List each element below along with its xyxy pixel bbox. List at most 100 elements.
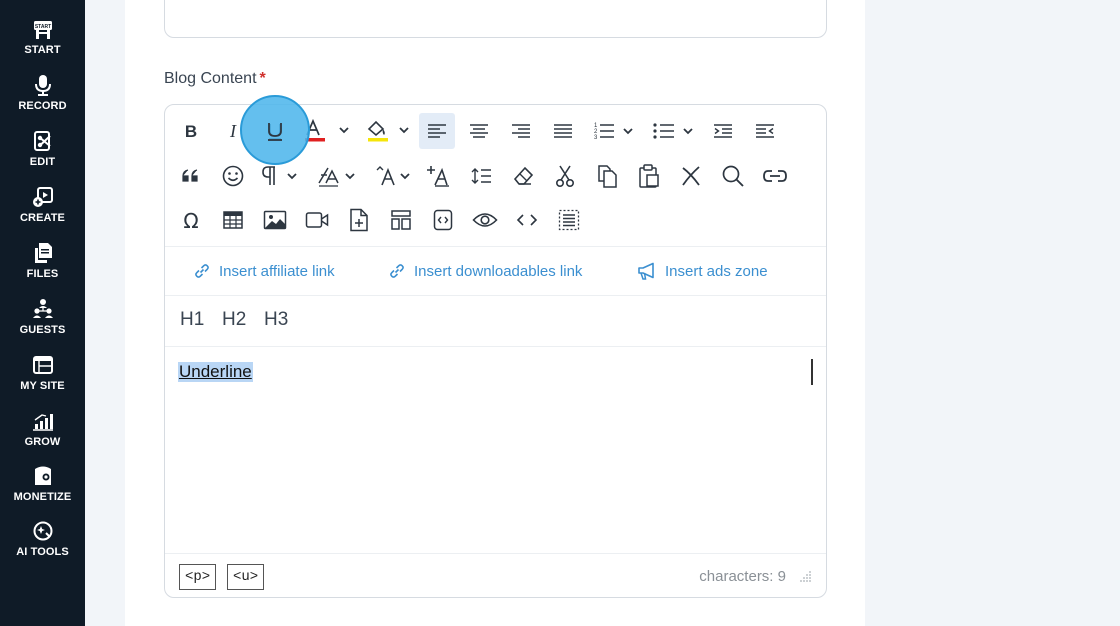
- sidebar-item-start[interactable]: START START: [0, 18, 85, 68]
- template-icon: [391, 210, 411, 230]
- sidebar: START START RECORD EDIT CREATE FILES GUE…: [0, 0, 85, 626]
- special-character-button[interactable]: Ω: [175, 204, 207, 236]
- code-sample-icon: [433, 209, 453, 231]
- sidebar-item-label: MY SITE: [20, 380, 65, 392]
- omega-icon: Ω: [183, 209, 198, 231]
- align-left-icon: [428, 124, 446, 138]
- svg-text:B: B: [185, 122, 197, 141]
- table-icon: [223, 211, 243, 229]
- link-button[interactable]: [759, 160, 791, 192]
- rich-text-editor: B I 1 2 3 Ω Insert affiliate link Insert…: [164, 104, 827, 598]
- svg-text:I: I: [229, 121, 237, 141]
- clear-formatting-style-button[interactable]: [423, 160, 455, 192]
- sidebar-item-record[interactable]: RECORD: [0, 74, 85, 124]
- search-icon: [722, 165, 744, 187]
- template-button[interactable]: [385, 204, 417, 236]
- sidebar-item-label: FILES: [26, 268, 59, 280]
- paste-button[interactable]: [633, 160, 665, 192]
- insert-affiliate-link-button[interactable]: Insert affiliate link: [193, 260, 335, 282]
- sidebar-item-my-site[interactable]: MY SITE: [0, 354, 85, 404]
- previous-text-field[interactable]: [164, 0, 827, 38]
- blockquote-icon: [182, 169, 198, 182]
- sidebar-item-label: MONETIZE: [13, 491, 72, 503]
- line-spacing-button[interactable]: [465, 160, 497, 192]
- outdent-icon: [756, 124, 774, 138]
- text-cursor: [811, 359, 813, 385]
- files-icon: [34, 243, 52, 263]
- insert-file-button[interactable]: [343, 204, 375, 236]
- link-icon: [195, 264, 209, 278]
- underline-button[interactable]: [259, 115, 291, 147]
- sidebar-item-label: GUESTS: [19, 324, 66, 336]
- cut-button[interactable]: [549, 160, 581, 192]
- search-button[interactable]: [717, 160, 749, 192]
- paste-icon: [639, 164, 659, 188]
- italic-button[interactable]: I: [217, 115, 249, 147]
- video-button[interactable]: [301, 204, 333, 236]
- svg-text:3: 3: [594, 135, 598, 141]
- source-code-button[interactable]: [511, 204, 543, 236]
- insert-ads-zone-label: Insert ads zone: [665, 262, 768, 280]
- select-all-button[interactable]: [553, 204, 585, 236]
- sidebar-item-guests[interactable]: GUESTS: [0, 298, 85, 348]
- insert-ads-zone-button[interactable]: Insert ads zone: [637, 260, 768, 282]
- align-left-button[interactable]: [419, 113, 455, 149]
- sidebar-item-edit[interactable]: EDIT: [0, 130, 85, 180]
- emoticons-icon: [222, 165, 244, 187]
- format-style-icon: [427, 166, 449, 187]
- numbered-list-button[interactable]: 1 2 3: [591, 115, 637, 147]
- insert-downloadables-link-button[interactable]: Insert downloadables link: [388, 260, 582, 282]
- remove-format-button[interactable]: [675, 160, 707, 192]
- required-marker: *: [259, 70, 266, 87]
- sidebar-item-ai-tools[interactable]: AI TOOLS: [0, 520, 85, 570]
- table-button[interactable]: [217, 204, 249, 236]
- sidebar-item-files[interactable]: FILES: [0, 242, 85, 292]
- line-height-button[interactable]: [315, 160, 361, 192]
- code-sample-button[interactable]: [427, 204, 459, 236]
- sidebar-item-monetize[interactable]: MONETIZE: [0, 465, 85, 515]
- svg-text:Ω: Ω: [183, 209, 198, 231]
- sidebar-item-create[interactable]: CREATE: [0, 186, 85, 236]
- sidebar-item-grow[interactable]: GROW: [0, 410, 85, 460]
- justify-button[interactable]: [547, 115, 579, 147]
- preview-button[interactable]: [469, 204, 501, 236]
- insert-affiliate-link-label: Insert affiliate link: [219, 262, 335, 280]
- selected-underlined-text[interactable]: Underline: [178, 362, 253, 382]
- image-icon: [263, 210, 287, 230]
- font-size-button[interactable]: [373, 160, 419, 192]
- heading-h2-button[interactable]: H2: [222, 309, 246, 331]
- monetize-icon: [34, 466, 51, 485]
- grow-icon: [32, 414, 53, 431]
- insert-file-icon: [350, 208, 368, 232]
- resize-handle-icon[interactable]: [800, 570, 812, 582]
- character-count: characters: 9: [699, 568, 786, 585]
- font-color-button[interactable]: [301, 115, 351, 147]
- remove-format-icon: [682, 166, 700, 186]
- heading-h3-button[interactable]: H3: [264, 309, 288, 331]
- path-tag-underline[interactable]: <u>: [227, 564, 265, 590]
- indent-button[interactable]: [707, 115, 739, 147]
- emoticons-button[interactable]: [217, 160, 249, 192]
- copy-button[interactable]: [591, 160, 623, 192]
- outdent-button[interactable]: [749, 115, 781, 147]
- editor-content-area[interactable]: [165, 347, 826, 553]
- heading-h1-button[interactable]: H1: [180, 309, 204, 331]
- image-button[interactable]: [259, 204, 291, 236]
- align-right-button[interactable]: [505, 115, 537, 147]
- paragraph-button[interactable]: [259, 160, 305, 192]
- blockquote-button[interactable]: [175, 160, 207, 192]
- right-background: [865, 0, 1120, 626]
- megaphone-icon: [638, 262, 654, 280]
- eraser-button[interactable]: [507, 160, 539, 192]
- start-icon-badge: START: [34, 24, 50, 30]
- align-center-button[interactable]: [463, 115, 495, 147]
- highlight-color-button[interactable]: [363, 115, 413, 147]
- source-code-icon: [516, 214, 538, 226]
- bullet-list-button[interactable]: [651, 115, 697, 147]
- bold-icon: B: [185, 122, 197, 141]
- editor-status-bar: <p> <u> characters: 9: [165, 553, 826, 597]
- path-tag-paragraph[interactable]: <p>: [179, 564, 217, 590]
- start-icon: START: [33, 21, 52, 39]
- bold-button[interactable]: B: [175, 115, 207, 147]
- scissors-icon: [555, 165, 575, 188]
